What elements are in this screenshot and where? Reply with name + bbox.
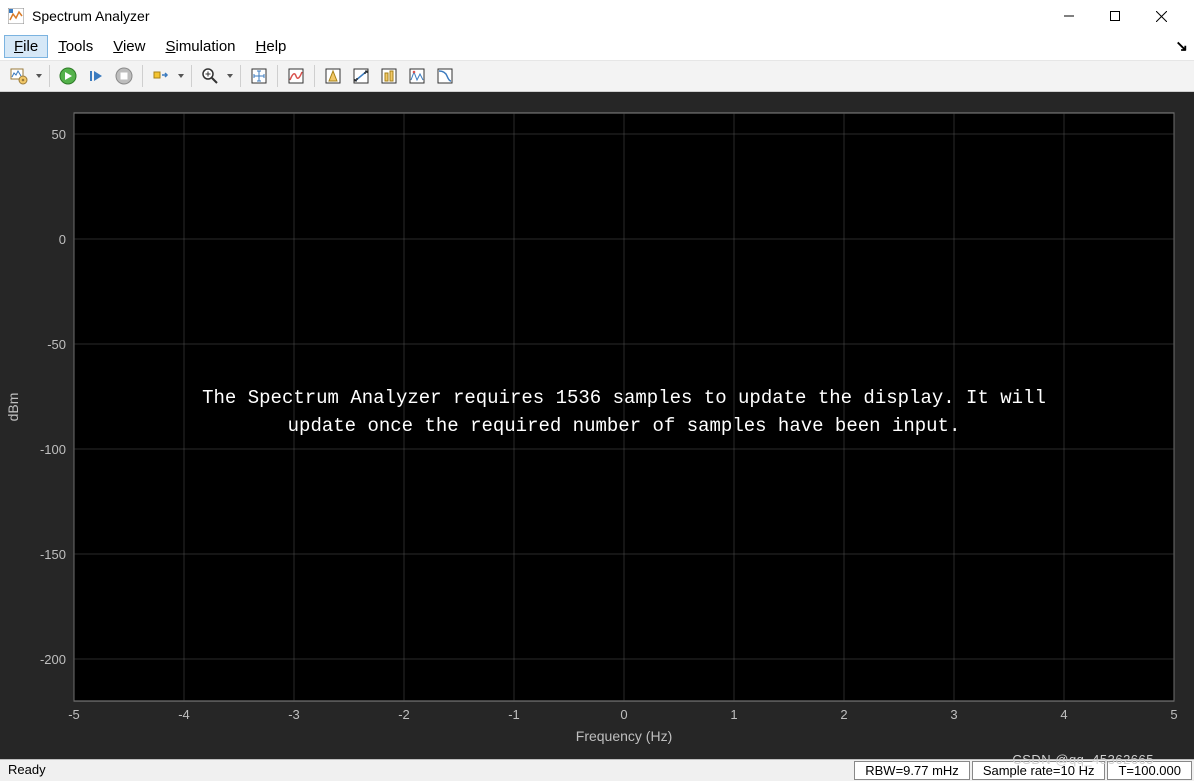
separator [314,65,315,87]
toolbar [0,60,1194,92]
xtick-label: -5 [68,707,80,722]
fit-button[interactable] [246,63,272,89]
xtick-label: 1 [730,707,737,722]
xtick-label: -3 [288,707,300,722]
xtick-label: -1 [508,707,520,722]
xtick-label: 5 [1170,707,1177,722]
spectrum-settings-button[interactable] [6,63,32,89]
statusbar: Ready CSDN @qq_45362665 RBW=9.77 mHz Sam… [0,759,1194,781]
overlay-message-line2: update once the required number of sampl… [288,415,961,437]
cursor-measurements-button[interactable] [348,63,374,89]
window-title: Spectrum Analyzer [32,8,150,24]
ytick-label: 50 [52,127,66,142]
xtick-label: 3 [950,707,957,722]
status-ready: Ready [0,760,55,781]
minimize-button[interactable] [1046,0,1092,32]
step-button[interactable] [83,63,109,89]
stop-button[interactable] [111,63,137,89]
channel-measurements-button[interactable] [376,63,402,89]
ccdf-measurements-button[interactable] [432,63,458,89]
ytick-label: -150 [40,547,66,562]
spectrum-plot: 50 0 -50 -100 -150 -200 -5 -4 -3 -2 -1 0… [0,92,1194,759]
menu-help[interactable]: Help [246,35,297,58]
app-icon [8,8,24,24]
zoom-dropdown[interactable] [225,72,235,80]
ytick-label: -50 [47,337,66,352]
ytick-label: -200 [40,652,66,667]
close-button[interactable] [1138,0,1184,32]
xtick-label: -4 [178,707,190,722]
highlight-dropdown[interactable] [176,72,186,80]
status-rbw: RBW=9.77 mHz [854,761,970,780]
overlay-message-line1: The Spectrum Analyzer requires 1536 samp… [202,387,1046,409]
menu-view[interactable]: View [103,35,155,58]
peak-finder-button[interactable] [320,63,346,89]
menu-tools[interactable]: Tools [48,35,103,58]
separator [191,65,192,87]
maximize-button[interactable] [1092,0,1138,32]
ytick-label: 0 [59,232,66,247]
status-time: T=100.000 [1107,761,1192,780]
xtick-label: -2 [398,707,410,722]
xtick-label: 2 [840,707,847,722]
xtick-label: 4 [1060,707,1067,722]
plot-area[interactable]: 50 0 -50 -100 -150 -200 -5 -4 -3 -2 -1 0… [0,92,1194,759]
separator [49,65,50,87]
menubar-chevron-icon[interactable]: ↘ [1175,37,1190,55]
ytick-label: -100 [40,442,66,457]
status-sample-rate: Sample rate=10 Hz [972,761,1106,780]
menu-simulation[interactable]: Simulation [155,35,245,58]
run-button[interactable] [55,63,81,89]
distortion-measurements-button[interactable] [404,63,430,89]
separator [142,65,143,87]
xtick-label: 0 [620,707,627,722]
titlebar: Spectrum Analyzer [0,0,1194,32]
x-axis-label: Frequency (Hz) [576,728,672,744]
autoscale-y-button[interactable] [283,63,309,89]
separator [277,65,278,87]
zoom-button[interactable] [197,63,223,89]
y-axis-label: dBm [5,393,21,422]
spectrum-settings-dropdown[interactable] [34,72,44,80]
separator [240,65,241,87]
menubar: File Tools View Simulation Help ↘ [0,32,1194,60]
highlight-button[interactable] [148,63,174,89]
menu-file[interactable]: File [4,35,48,58]
